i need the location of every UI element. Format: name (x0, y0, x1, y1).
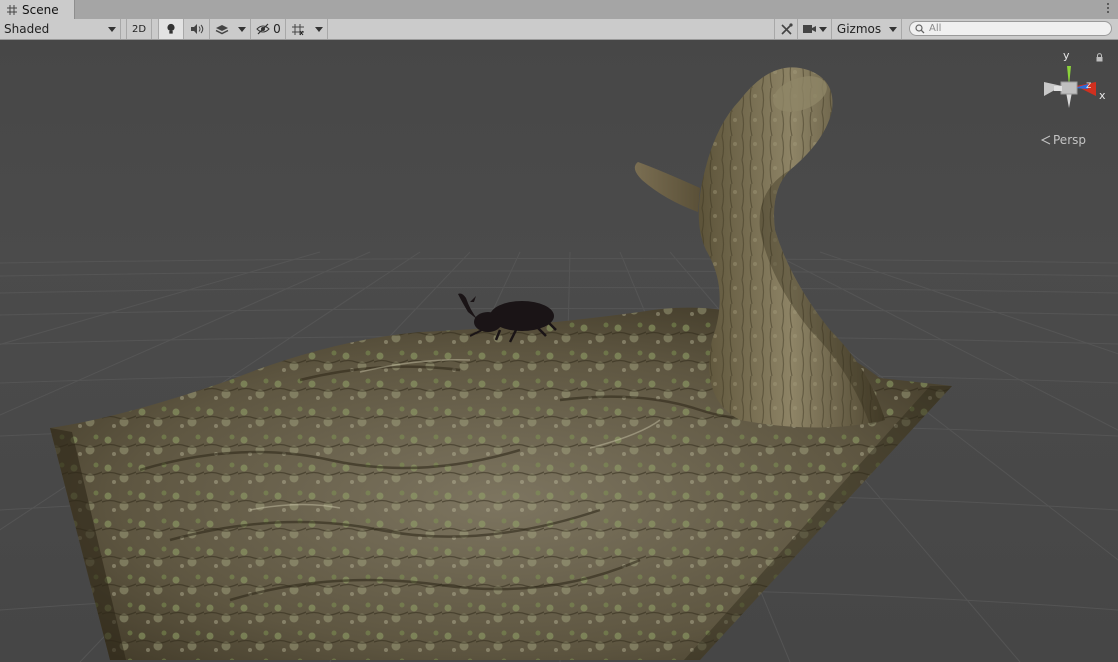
tab-scene[interactable]: Scene (0, 0, 75, 20)
chevron-down-icon (818, 26, 827, 32)
lightbulb-icon (167, 23, 175, 34)
audio-toggle[interactable] (184, 19, 210, 39)
grid-snap-icon (292, 23, 304, 35)
draw-mode-label: Shaded (4, 22, 50, 36)
hidden-count: 0 (273, 22, 281, 36)
scene-toolbar: Shaded 2D 0 Gizmos (0, 19, 1118, 40)
grid-dropdown[interactable] (310, 19, 328, 39)
hidden-objects-toggle[interactable]: 0 (252, 19, 286, 39)
gizmos-button[interactable]: Gizmos (833, 19, 885, 39)
eye-slash-icon (256, 23, 270, 35)
projection-icon (1040, 135, 1051, 145)
chevron-down-icon (889, 26, 897, 32)
effects-dropdown[interactable] (234, 19, 251, 39)
lock-icon[interactable] (1095, 53, 1104, 62)
grid-icon (7, 5, 17, 15)
grid-toggle[interactable] (286, 19, 310, 39)
gizmos-dropdown[interactable] (885, 19, 902, 39)
draw-mode-dropdown[interactable]: Shaded (0, 19, 121, 39)
search-icon (915, 23, 925, 33)
tools-icon (780, 22, 793, 35)
layers-icon (215, 25, 229, 35)
chevron-down-icon (238, 26, 246, 32)
effects-toggle[interactable] (210, 19, 234, 39)
projection-label: Persp (1053, 133, 1086, 147)
projection-toggle[interactable]: Persp (1040, 133, 1086, 147)
scene-render (0, 40, 1118, 662)
camera-icon (802, 25, 816, 33)
lighting-toggle[interactable] (158, 19, 184, 39)
axis-x-label: x (1099, 89, 1106, 102)
tools-toggle[interactable] (774, 19, 798, 39)
axis-y-label: y (1063, 49, 1070, 62)
chevron-down-icon (314, 26, 323, 32)
speaker-icon (190, 24, 203, 34)
search-field[interactable] (909, 21, 1112, 36)
more-options-icon[interactable] (1106, 2, 1110, 14)
chevron-down-icon (108, 26, 116, 32)
gizmos-label: Gizmos (836, 22, 882, 36)
axis-z-label: z (1086, 80, 1091, 91)
toggle-2d-button[interactable]: 2D (126, 19, 152, 39)
toggle-2d-label: 2D (131, 23, 147, 35)
tab-bar: Scene (0, 0, 1118, 20)
camera-settings-dropdown[interactable] (798, 19, 832, 39)
scene-viewport[interactable]: y x z Persp (0, 40, 1118, 662)
search-input[interactable] (929, 23, 1099, 34)
tab-title: Scene (22, 3, 59, 17)
